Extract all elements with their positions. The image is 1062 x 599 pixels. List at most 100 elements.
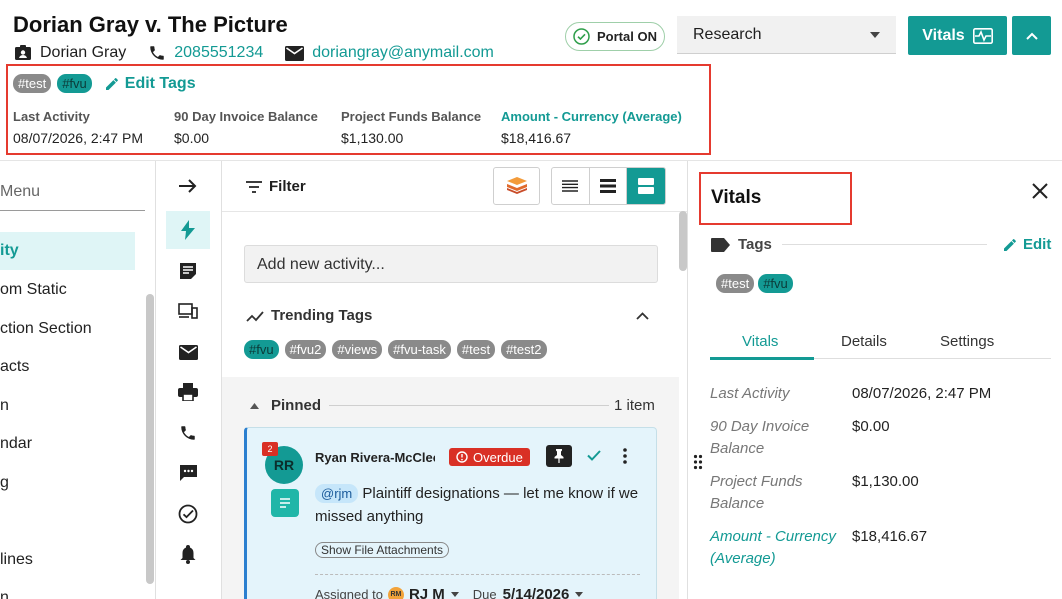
nav-item-contacts[interactable]: acts: [0, 358, 146, 376]
rail-tasks-button[interactable]: [166, 495, 210, 533]
assignee-name[interactable]: RJ M: [409, 586, 445, 599]
vital-label: Amount - Currency (Average): [710, 528, 836, 567]
pinned-count: 1 item: [614, 397, 655, 414]
filter-button[interactable]: Filter: [246, 178, 306, 195]
unpin-button[interactable]: [546, 445, 572, 467]
mail-icon: [178, 344, 198, 360]
page-title: Dorian Gray v. The Picture: [13, 12, 288, 37]
vital-value: $0.00: [852, 418, 890, 435]
card-view-icon: [638, 178, 655, 194]
activity-author[interactable]: Ryan Rivera-McCleod: [315, 450, 435, 465]
nav-item-custom-static[interactable]: om Static: [0, 281, 146, 299]
activity-text: @rjm Plaintiff designations — let me kno…: [315, 482, 655, 528]
pinned-toggle[interactable]: Pinned: [250, 397, 321, 414]
edit-vitals-tags-button[interactable]: Edit: [1002, 236, 1051, 253]
overdue-badge: Overdue: [449, 448, 530, 466]
pencil-icon: [1002, 237, 1023, 253]
check-circle-icon: [178, 504, 198, 524]
stat-project-funds: Project Funds Balance $1,130.00: [341, 109, 481, 146]
stat-amount-currency: Amount - Currency (Average) $18,416.67: [501, 109, 682, 146]
more-options-button[interactable]: [622, 448, 628, 464]
tag-chip[interactable]: #fvu: [57, 74, 92, 93]
contact-email[interactable]: doriangray@anymail.com: [312, 44, 494, 62]
collapse-trending-button[interactable]: [636, 307, 649, 325]
rail-expand-button[interactable]: [166, 167, 210, 205]
view-list-button[interactable]: [590, 168, 628, 204]
vitals-button-label: Vitals: [922, 26, 965, 44]
complete-button[interactable]: [586, 448, 602, 462]
vitals-toggle-button[interactable]: Vitals: [908, 16, 1007, 55]
contact-phone-item[interactable]: 2085551234: [148, 44, 263, 62]
mention-chip[interactable]: @rjm: [315, 484, 359, 503]
tab-settings[interactable]: Settings: [940, 333, 994, 350]
trending-icon: [246, 310, 271, 322]
filter-label: Filter: [269, 178, 306, 195]
trending-tag-chip[interactable]: #fvu: [244, 340, 279, 359]
tag-icon: [711, 237, 738, 252]
view-compact-button[interactable]: [552, 168, 590, 204]
tab-vitals[interactable]: Vitals: [742, 333, 778, 350]
tag-chip[interactable]: #fvu: [758, 274, 793, 293]
rail-phone-button[interactable]: [166, 414, 210, 452]
divider: [782, 244, 987, 245]
contact-phone[interactable]: 2085551234: [174, 44, 263, 62]
activity-scrollbar[interactable]: [679, 211, 687, 271]
phase-select[interactable]: Research: [677, 16, 896, 54]
vital-label: Last Activity: [710, 385, 790, 402]
menu-search-input[interactable]: Menu: [0, 181, 145, 211]
portal-status-button[interactable]: Portal ON: [565, 22, 665, 51]
view-card-button[interactable]: [627, 168, 665, 204]
list-icon: [600, 179, 616, 193]
divider: [329, 405, 609, 406]
unread-count-badge: 2: [262, 442, 278, 456]
icon-rail: [156, 161, 222, 599]
tab-details[interactable]: Details: [841, 333, 887, 350]
nav-item-7[interactable]: g: [0, 474, 146, 492]
vitals-tags-label: Tags: [738, 236, 772, 253]
rail-activity-button[interactable]: [166, 211, 210, 249]
nav-item-5[interactable]: n: [0, 397, 146, 415]
check-icon: [586, 448, 602, 462]
trending-tag-chip[interactable]: #fvu2: [284, 340, 327, 359]
trending-tag-chip[interactable]: #fvu-task: [388, 340, 451, 359]
bell-icon: [180, 544, 196, 564]
add-activity-input[interactable]: Add new activity...: [244, 245, 658, 283]
nav-item-calendar[interactable]: ndar: [0, 435, 146, 453]
tag-chip[interactable]: #test: [716, 274, 755, 293]
overdue-label: Overdue: [473, 449, 523, 465]
edit-tags-button[interactable]: Edit Tags: [104, 75, 196, 93]
rail-print-button[interactable]: [166, 373, 210, 411]
close-vitals-button[interactable]: [1031, 182, 1049, 200]
nav-item-activity[interactable]: ity: [0, 232, 135, 270]
rail-devices-button[interactable]: [166, 292, 210, 330]
panel-resize-handle[interactable]: [693, 454, 703, 470]
tag-chip[interactable]: #test: [13, 74, 52, 93]
trending-tag-chip[interactable]: #views: [332, 340, 383, 359]
rail-notes-button[interactable]: [166, 252, 210, 290]
contact-row: Dorian Gray 2085551234 doriangray@anymai…: [14, 43, 516, 63]
vital-label: Project Funds Balance: [710, 473, 803, 512]
trending-tag-chip[interactable]: #test2: [501, 340, 547, 359]
stat-label: Last Activity: [13, 109, 90, 124]
nav-item-deadlines[interactable]: lines: [0, 551, 146, 569]
collapse-header-button[interactable]: [1012, 16, 1051, 55]
stat-value: $1,130.00: [341, 130, 404, 146]
layers-button[interactable]: [493, 167, 540, 205]
caret-down-icon: [870, 31, 880, 38]
note-icon: [179, 262, 197, 280]
vitals-pulse-icon: [965, 27, 993, 44]
contact-email-item[interactable]: doriangray@anymail.com: [285, 44, 494, 62]
trending-tag-chip[interactable]: #test: [456, 340, 496, 359]
show-attachments-button[interactable]: Show File Attachments: [315, 542, 450, 558]
left-nav-scrollbar[interactable]: [146, 294, 154, 584]
nav-item-section[interactable]: ction Section: [0, 320, 146, 338]
assignee-avatar: RM: [387, 586, 404, 599]
rail-chat-button[interactable]: [166, 454, 210, 492]
mail-icon: [285, 45, 312, 61]
due-date[interactable]: 5/14/2026: [503, 586, 570, 599]
rail-mail-button[interactable]: [166, 333, 210, 371]
caret-down-icon: [450, 592, 459, 597]
header-tags: #test #fvu Edit Tags: [13, 74, 196, 93]
rail-notifications-button[interactable]: [166, 535, 210, 573]
nav-item-10[interactable]: n: [0, 589, 146, 599]
